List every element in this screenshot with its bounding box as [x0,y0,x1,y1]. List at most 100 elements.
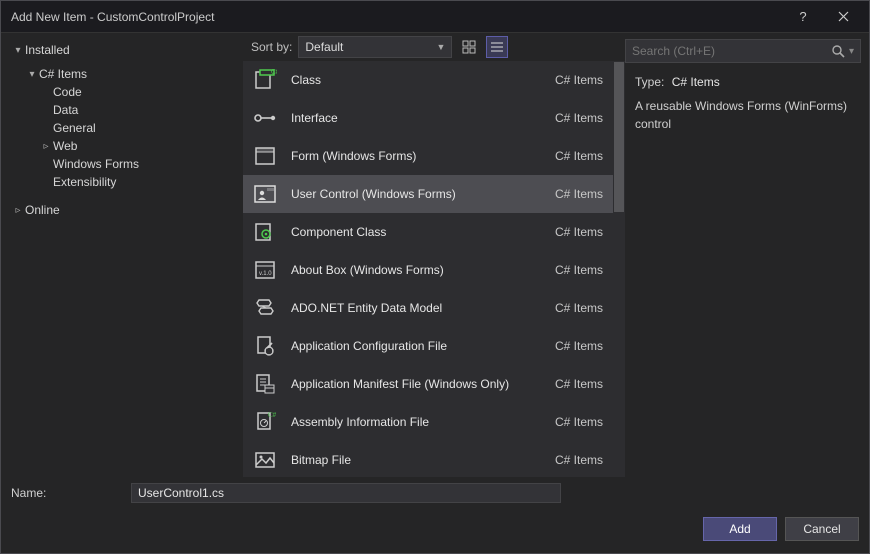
template-list-wrap: C# Class C# Items Interface C# Items For… [243,61,625,477]
template-category: C# Items [555,149,603,163]
tree-label: Web [53,139,77,153]
right-pane: ▾ Type: C# Items A reusable Windows Form… [625,33,869,477]
view-grid-button[interactable] [458,36,480,58]
main-area: ▾ Installed ▾ C# Items Code Data General… [1,33,869,477]
template-name: Application Manifest File (Windows Only) [291,377,543,391]
sortby-dropdown[interactable]: Default ▼ [298,36,452,58]
type-label: Type: [635,75,664,89]
template-row[interactable]: v.1.0 About Box (Windows Forms) C# Items [243,251,613,289]
component-icon [251,218,279,246]
template-category: C# Items [555,111,603,125]
dialog-window: Add New Item - CustomControlProject ? ▾ … [0,0,870,554]
description: A reusable Windows Forms (WinForms) cont… [635,97,859,133]
name-row: Name: [11,483,859,503]
center-pane: Sort by: Default ▼ C# Class C# Items Int… [243,33,625,477]
template-name: ADO.NET Entity Data Model [291,301,543,315]
template-row[interactable]: C# Assembly Information File C# Items [243,403,613,441]
tree-label: Online [25,203,60,217]
aboutbox-icon: v.1.0 [251,256,279,284]
tree-node-general[interactable]: General [11,119,233,137]
usercontrol-icon [251,180,279,208]
close-icon [838,11,849,22]
svg-text:v.1.0: v.1.0 [259,271,272,277]
chevron-right-icon: ▹ [39,141,53,152]
template-row[interactable]: Form (Windows Forms) C# Items [243,137,613,175]
template-name: Application Configuration File [291,339,543,353]
tree-node-extensibility[interactable]: Extensibility [11,173,233,191]
chevron-down-icon: ▼ [436,42,445,52]
template-name: Bitmap File [291,453,543,467]
ado-icon [251,294,279,322]
template-name: Class [291,73,543,87]
tree-node-code[interactable]: Code [11,83,233,101]
interface-icon [251,104,279,132]
grid-icon [462,40,476,54]
bottom-panel: Name: Add Cancel [1,477,869,553]
scrollbar-thumb[interactable] [614,62,624,212]
template-name: Component Class [291,225,543,239]
template-row[interactable]: Application Configuration File C# Items [243,327,613,365]
template-category: C# Items [555,73,603,87]
tree-node-winforms[interactable]: Windows Forms [11,155,233,173]
tree-label: Code [53,85,82,99]
template-row[interactable]: C# Class C# Items [243,61,613,99]
dropdown-indicator: ▾ [849,46,854,57]
template-row[interactable]: Application Manifest File (Windows Only)… [243,365,613,403]
template-category: C# Items [555,415,603,429]
template-name: Assembly Information File [291,415,543,429]
close-button[interactable] [823,2,863,32]
template-category: C# Items [555,453,603,467]
template-category: C# Items [555,377,603,391]
template-row[interactable]: User Control (Windows Forms) C# Items [243,175,613,213]
tree-node-csitems[interactable]: ▾ C# Items [11,65,233,83]
template-row[interactable]: Bitmap File C# Items [243,441,613,477]
sidebar: ▾ Installed ▾ C# Items Code Data General… [1,33,243,477]
button-row: Add Cancel [11,517,859,541]
center-toolbar: Sort by: Default ▼ [243,33,625,61]
assembly-icon: C# [251,408,279,436]
tree-node-data[interactable]: Data [11,101,233,119]
chevron-right-icon: ▹ [11,205,25,216]
template-category: C# Items [555,187,603,201]
titlebar: Add New Item - CustomControlProject ? [1,1,869,33]
add-button[interactable]: Add [703,517,777,541]
form-icon [251,142,279,170]
cancel-button[interactable]: Cancel [785,517,859,541]
window-title: Add New Item - CustomControlProject [11,10,783,24]
view-list-button[interactable] [486,36,508,58]
config-icon [251,332,279,360]
tree-label: Data [53,103,78,117]
search-box[interactable]: ▾ [625,39,861,63]
list-icon [490,40,504,54]
search-input[interactable] [632,44,831,58]
chevron-down-icon: ▾ [11,45,25,56]
tree-label: C# Items [39,67,87,81]
search-icon [831,44,845,58]
tree-label: Extensibility [53,175,116,189]
name-input[interactable] [131,483,561,503]
template-category: C# Items [555,301,603,315]
tree-node-web[interactable]: ▹ Web [11,137,233,155]
template-name: User Control (Windows Forms) [291,187,543,201]
template-category: C# Items [555,225,603,239]
tree-label: Installed [25,43,70,57]
template-row[interactable]: ADO.NET Entity Data Model C# Items [243,289,613,327]
tree-node-installed[interactable]: ▾ Installed [11,41,233,59]
template-category: C# Items [555,263,603,277]
manifest-icon [251,370,279,398]
scrollbar[interactable] [613,61,625,477]
template-list[interactable]: C# Class C# Items Interface C# Items For… [243,61,613,477]
chevron-down-icon: ▾ [25,69,39,80]
help-button[interactable]: ? [783,2,823,32]
template-name: Form (Windows Forms) [291,149,543,163]
type-value: C# Items [672,75,720,89]
svg-text:C#: C# [271,68,277,76]
svg-text:C#: C# [268,411,277,419]
sortby-label: Sort by: [251,40,292,54]
template-row[interactable]: Interface C# Items [243,99,613,137]
template-row[interactable]: Component Class C# Items [243,213,613,251]
tree-node-online[interactable]: ▹ Online [11,201,233,219]
bitmap-icon [251,446,279,474]
template-name: About Box (Windows Forms) [291,263,543,277]
sortby-value: Default [305,40,343,54]
